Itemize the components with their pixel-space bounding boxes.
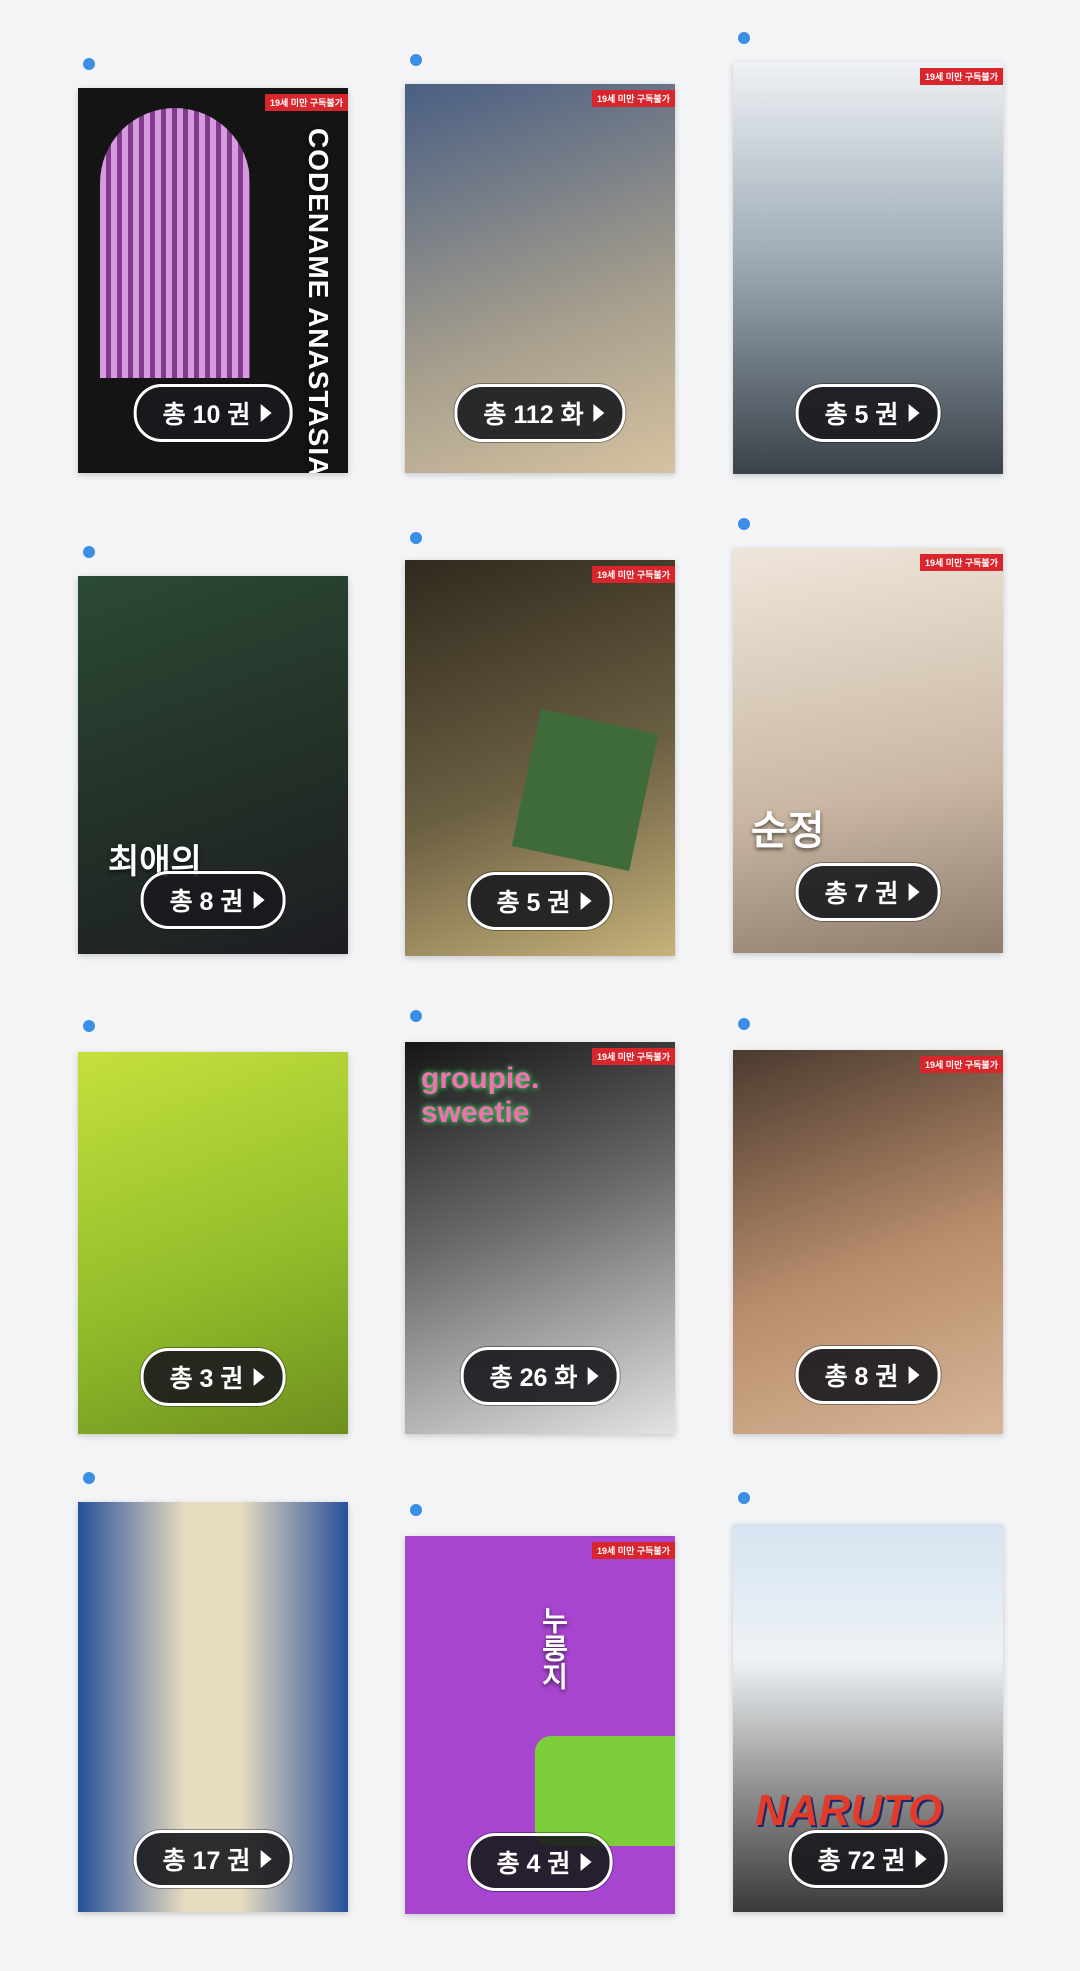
book-cover[interactable]: 총 17 권 bbox=[78, 1502, 348, 1912]
play-icon bbox=[908, 1366, 920, 1384]
play-icon bbox=[260, 404, 272, 422]
new-indicator-dot bbox=[410, 1504, 422, 1516]
volume-count-button[interactable]: 총 17 권 bbox=[133, 1830, 293, 1888]
new-indicator-dot bbox=[410, 1010, 422, 1022]
age-restriction-badge: 19세 미만 구독불가 bbox=[592, 90, 675, 107]
volume-count-label: 총 26 화 bbox=[489, 1364, 578, 1392]
play-icon bbox=[908, 883, 920, 901]
volume-count-button[interactable]: 총 72 권 bbox=[788, 1830, 948, 1888]
book-card[interactable]: NARUTO 총 72 권 bbox=[733, 1492, 1013, 1912]
cover-title: CODENAME ANASTASIA bbox=[303, 128, 334, 473]
play-icon bbox=[253, 891, 265, 909]
volume-count-button[interactable]: 총 10 권 bbox=[133, 384, 293, 442]
volume-count-label: 총 112 화 bbox=[483, 401, 584, 429]
cover-title: groupie. sweetie bbox=[421, 1062, 540, 1129]
volume-count-label: 총 8 권 bbox=[169, 888, 244, 916]
cover-art bbox=[100, 108, 250, 378]
volume-count-label: 총 10 권 bbox=[162, 401, 251, 429]
book-cover[interactable]: 19세 미만 구독불가 총 5 권 bbox=[405, 560, 675, 956]
volume-count-button[interactable]: 총 5 권 bbox=[467, 872, 613, 930]
new-indicator-dot bbox=[83, 58, 95, 70]
book-cover[interactable]: 총 3 권 bbox=[78, 1052, 348, 1434]
new-indicator-dot bbox=[83, 1472, 95, 1484]
scale-art bbox=[535, 1736, 675, 1846]
book-card[interactable]: 19세 미만 구독불가 누룽지 총 4 권 bbox=[405, 1504, 685, 1914]
book-cover[interactable]: 19세 미만 구독불가 총 8 권 bbox=[733, 1050, 1003, 1434]
book-card[interactable]: 총 3 권 bbox=[78, 1020, 358, 1436]
play-icon bbox=[580, 892, 592, 910]
play-icon bbox=[593, 404, 605, 422]
new-indicator-dot bbox=[410, 54, 422, 66]
new-indicator-dot bbox=[83, 546, 95, 558]
volume-count-button[interactable]: 총 4 권 bbox=[467, 1833, 613, 1891]
book-grid: CODENAME ANASTASIA 19세 미만 구독불가 총 10 권 19… bbox=[0, 0, 1080, 1971]
new-indicator-dot bbox=[83, 1020, 95, 1032]
new-indicator-dot bbox=[738, 1492, 750, 1504]
play-icon bbox=[587, 1367, 599, 1385]
new-indicator-dot bbox=[738, 518, 750, 530]
painting-art bbox=[511, 709, 659, 871]
play-icon bbox=[260, 1850, 272, 1868]
new-indicator-dot bbox=[738, 32, 750, 44]
age-restriction-badge: 19세 미만 구독불가 bbox=[592, 566, 675, 583]
book-cover[interactable]: NARUTO 총 72 권 bbox=[733, 1524, 1003, 1912]
book-card[interactable]: 19세 미만 구독불가 총 5 권 bbox=[733, 32, 1013, 476]
book-cover[interactable]: 최애의 총 8 권 bbox=[78, 576, 348, 954]
book-cover[interactable]: 19세 미만 구독불가 총 112 화 bbox=[405, 84, 675, 473]
new-indicator-dot bbox=[410, 532, 422, 544]
play-icon bbox=[908, 404, 920, 422]
volume-count-label: 총 8 권 bbox=[824, 1363, 899, 1391]
volume-count-button[interactable]: 총 5 권 bbox=[795, 384, 941, 442]
book-card[interactable]: 총 17 권 bbox=[78, 1472, 358, 1912]
cover-title: 순정 bbox=[751, 809, 825, 853]
volume-count-label: 총 3 권 bbox=[169, 1365, 244, 1393]
book-card[interactable]: 19세 미만 구독불가 총 8 권 bbox=[733, 1018, 1013, 1436]
play-icon bbox=[580, 1853, 592, 1871]
volume-count-label: 총 4 권 bbox=[496, 1850, 571, 1878]
book-card[interactable]: 19세 미만 구독불가 순정 총 7 권 bbox=[733, 518, 1013, 956]
book-card[interactable]: 19세 미만 구독불가 총 112 화 bbox=[405, 52, 685, 476]
book-card[interactable]: 19세 미만 구독불가 총 5 권 bbox=[405, 530, 685, 956]
book-cover[interactable]: 19세 미만 구독불가 누룽지 총 4 권 bbox=[405, 1536, 675, 1914]
volume-count-label: 총 7 권 bbox=[824, 880, 899, 908]
age-restriction-badge: 19세 미만 구독불가 bbox=[920, 554, 1003, 571]
cover-title: NARUTO bbox=[755, 1786, 943, 1835]
volume-count-label: 총 5 권 bbox=[824, 401, 899, 429]
book-cover[interactable]: 19세 미만 구독불가 groupie. sweetie 총 26 화 bbox=[405, 1042, 675, 1434]
volume-count-button[interactable]: 총 7 권 bbox=[795, 863, 941, 921]
volume-count-label: 총 72 권 bbox=[817, 1847, 906, 1875]
age-restriction-badge: 19세 미만 구독불가 bbox=[265, 94, 348, 111]
age-restriction-badge: 19세 미만 구독불가 bbox=[920, 1056, 1003, 1073]
play-icon bbox=[253, 1368, 265, 1386]
new-indicator-dot bbox=[738, 1018, 750, 1030]
book-cover[interactable]: 19세 미만 구독불가 총 5 권 bbox=[733, 62, 1003, 474]
book-cover[interactable]: 19세 미만 구독불가 순정 총 7 권 bbox=[733, 548, 1003, 953]
book-card[interactable]: CODENAME ANASTASIA 19세 미만 구독불가 총 10 권 bbox=[78, 56, 358, 476]
cover-title: 누룽지 bbox=[538, 1606, 569, 1690]
volume-count-button[interactable]: 총 8 권 bbox=[795, 1346, 941, 1404]
volume-count-button[interactable]: 총 26 화 bbox=[460, 1347, 620, 1405]
book-card[interactable]: 최애의 총 8 권 bbox=[78, 544, 358, 956]
volume-count-button[interactable]: 총 3 권 bbox=[140, 1348, 286, 1406]
play-icon bbox=[915, 1850, 927, 1868]
age-restriction-badge: 19세 미만 구독불가 bbox=[592, 1542, 675, 1559]
volume-count-button[interactable]: 총 8 권 bbox=[140, 871, 286, 929]
volume-count-label: 총 5 권 bbox=[496, 889, 571, 917]
volume-count-label: 총 17 권 bbox=[162, 1847, 251, 1875]
volume-count-button[interactable]: 총 112 화 bbox=[454, 384, 626, 442]
book-cover[interactable]: CODENAME ANASTASIA 19세 미만 구독불가 총 10 권 bbox=[78, 88, 348, 473]
book-card[interactable]: 19세 미만 구독불가 groupie. sweetie 총 26 화 bbox=[405, 1010, 685, 1436]
age-restriction-badge: 19세 미만 구독불가 bbox=[592, 1048, 675, 1065]
age-restriction-badge: 19세 미만 구독불가 bbox=[920, 68, 1003, 85]
